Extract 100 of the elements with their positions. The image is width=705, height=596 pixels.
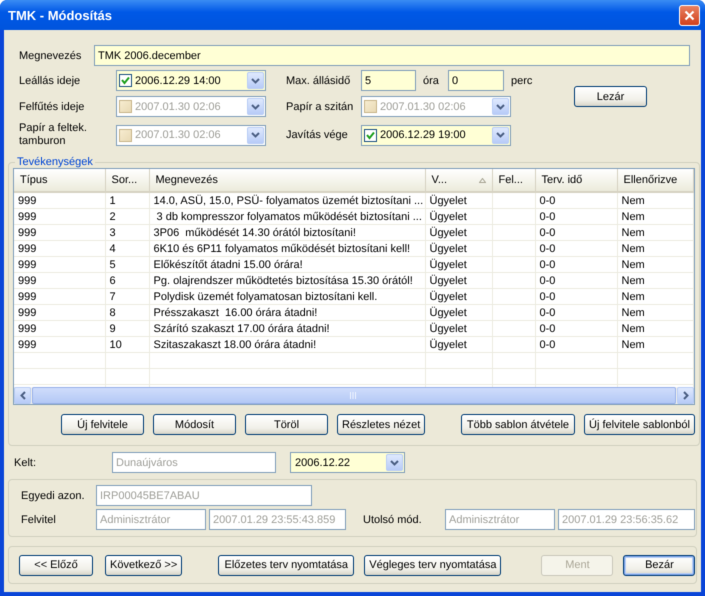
table-cell: 0-0	[540, 290, 556, 302]
date-picker[interactable]: 2006.12.29 14:00	[116, 70, 266, 91]
chevron-down-icon	[251, 104, 260, 110]
table-cell: Nem	[622, 242, 645, 254]
table-cell: Ügyelet	[430, 322, 467, 334]
field-label: Papír a szitán	[286, 100, 354, 112]
column-header[interactable]: Ellenőrizve	[617, 169, 693, 192]
name-field[interactable]: TMK 2006.december	[94, 45, 690, 66]
table-cell: Ügyelet	[430, 194, 467, 206]
checkbox[interactable]	[364, 128, 377, 142]
table-cell: 8	[110, 306, 116, 318]
column-header[interactable]: Fel...	[492, 169, 535, 192]
chevron-down-icon	[496, 104, 505, 110]
grid-action-button[interactable]: Új felvitele	[61, 414, 144, 435]
field-label: Leállás ideje	[19, 74, 82, 86]
table-cell: 999	[18, 194, 36, 206]
grid-action-button[interactable]: Töröl	[245, 414, 328, 435]
date-value: 2007.01.30 02:06	[135, 129, 222, 141]
date-value: 2006.12.29 14:00	[135, 74, 222, 86]
hours-field[interactable]: 5	[361, 70, 416, 91]
table-cell: Présszakaszt 16.00 órára átadni!	[154, 306, 318, 318]
table-cell: Nem	[622, 210, 645, 222]
table-cell: 999	[18, 226, 36, 238]
field-label: Egyedi azon.	[21, 490, 86, 502]
footer-button[interactable]: Következő >>	[105, 554, 182, 576]
template-button[interactable]: Új felvitele sablonból	[584, 414, 695, 435]
table-cell: 6	[110, 274, 116, 286]
table-cell: Előkészítőt átadni 15.00 órára!	[154, 258, 303, 270]
grip-icon	[350, 392, 358, 399]
column-header[interactable]: Típus	[14, 169, 105, 192]
table-cell: Nem	[622, 274, 645, 286]
table-cell: 999	[18, 210, 36, 222]
date-picker[interactable]: 2006.12.22	[290, 452, 405, 473]
field-label: Megnevezés	[19, 50, 82, 62]
table-cell: 0-0	[540, 226, 556, 238]
dropdown-button[interactable]	[386, 454, 403, 471]
table-cell: Nem	[622, 258, 645, 270]
date-value: 2006.12.29 19:00	[380, 129, 467, 141]
dropdown-button[interactable]	[492, 126, 509, 144]
table-cell: Nem	[622, 338, 645, 350]
group-title: Tevékenységek	[16, 156, 94, 168]
footer-button[interactable]: Bezár	[623, 554, 696, 576]
table-cell: 14.0, ASÜ, 15.0, PSÜ- folyamatos üzemét biztosítani ...	[154, 194, 424, 206]
table-cell: 0-0	[540, 274, 556, 286]
table-cell: Nem	[622, 226, 645, 238]
date-value: 2007.01.30 02:06	[380, 100, 467, 112]
field-label: Papír a feltek. tamburon	[19, 122, 88, 148]
table-cell: 3P06 működését 14.30 órától biztosítani!	[154, 226, 356, 238]
date-picker[interactable]: 2006.12.29 19:00	[361, 124, 511, 146]
grid-action-button[interactable]: Módosít	[153, 414, 236, 435]
scroll-right-button[interactable]	[677, 387, 694, 404]
minutes-field[interactable]: 0	[448, 70, 504, 91]
column-header[interactable]: Terv. idő	[535, 169, 617, 192]
column-header[interactable]: V...	[425, 169, 492, 192]
column-header[interactable]: Sor...	[105, 169, 149, 192]
table-cell: Nem	[622, 194, 645, 206]
footer-button[interactable]: Végleges terv nyomtatása	[364, 554, 502, 576]
field-label: Max. állásidő	[286, 74, 352, 86]
table-cell: 7	[110, 290, 116, 302]
column-header[interactable]: Megnevezés	[149, 169, 425, 192]
unit-label: óra	[422, 74, 440, 86]
table-cell: Ügyelet	[430, 210, 467, 222]
table-cell: Ügyelet	[430, 306, 467, 318]
table-cell: 3	[110, 226, 116, 238]
field-label: Utolsó mód.	[363, 514, 423, 526]
chevron-right-icon	[682, 391, 688, 400]
grid-action-button[interactable]: Részletes nézet	[337, 414, 426, 435]
table-cell: 2	[110, 210, 116, 222]
field-label: Javítás vége	[286, 129, 349, 141]
table-cell: 999	[18, 338, 36, 350]
sort-ascending-icon	[478, 178, 486, 182]
dropdown-button[interactable]	[247, 72, 264, 89]
table-cell: 10	[110, 338, 122, 350]
chevron-down-icon	[251, 78, 260, 84]
table-cell: 999	[18, 274, 36, 286]
table-cell: 4	[110, 242, 116, 254]
table-cell: 9	[110, 322, 116, 334]
table-cell: 0-0	[540, 306, 556, 318]
table-cell: 1	[110, 194, 116, 206]
table-cell: 999	[18, 322, 36, 334]
footer-button[interactable]: << Előző	[19, 554, 93, 576]
table-cell: Pg. olajrendszer működtetés biztosítása 15.30 órától!	[154, 274, 413, 286]
table-cell: Ügyelet	[430, 338, 467, 350]
table-cell: 0-0	[540, 194, 556, 206]
field-label: Felvitel	[21, 514, 57, 526]
scroll-left-button[interactable]	[14, 387, 31, 404]
checkbox[interactable]	[119, 74, 132, 87]
table-cell: Ügyelet	[430, 290, 467, 302]
unit-label: perc	[511, 74, 532, 86]
table-cell: Nem	[622, 322, 645, 334]
table-cell: Polydisk üzemét folyamatosan biztosítani kell.	[154, 290, 378, 302]
table-cell: 999	[18, 306, 36, 318]
close-button[interactable]	[679, 4, 700, 26]
footer-button[interactable]: Előzetes terv nyomtatása	[218, 554, 354, 576]
lock-button[interactable]: Lezár	[574, 86, 647, 107]
date-value: 2006.12.22	[295, 456, 352, 468]
table-cell: Ügyelet	[430, 274, 467, 286]
template-button[interactable]: Több sablon átvétele	[461, 414, 575, 435]
table-cell: Ügyelet	[430, 258, 467, 270]
table-cell: 0-0	[540, 338, 556, 350]
